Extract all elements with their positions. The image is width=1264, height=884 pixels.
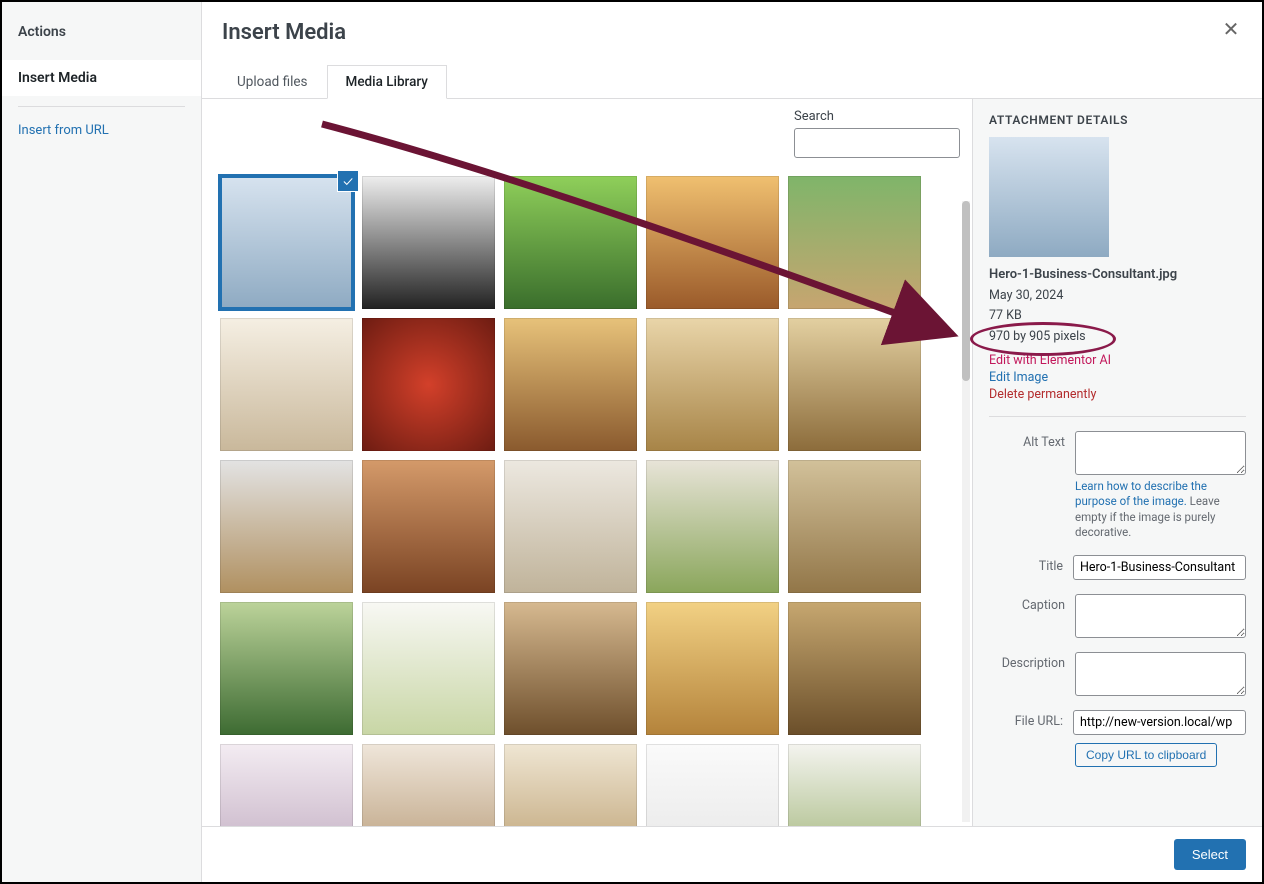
- sidebar-heading: Actions: [2, 18, 201, 54]
- media-thumbnail[interactable]: [788, 176, 921, 309]
- media-thumbnail[interactable]: [362, 460, 495, 593]
- media-thumbnail[interactable]: [220, 602, 353, 735]
- media-thumbnail[interactable]: [220, 460, 353, 593]
- attachment-details-panel: ATTACHMENT DETAILS Hero-1-Business-Consu…: [972, 99, 1262, 826]
- tabs: Upload files Media Library: [202, 65, 1262, 99]
- scrollbar[interactable]: [962, 201, 970, 822]
- modal-title: Insert Media: [222, 20, 1242, 45]
- attachment-dimensions: 970 by 905 pixels: [989, 328, 1246, 347]
- file-url-label: File URL:: [989, 710, 1063, 729]
- actions-sidebar: Actions Insert Media Insert from URL: [2, 2, 202, 882]
- description-label: Description: [989, 652, 1065, 671]
- alt-text-label: Alt Text: [989, 431, 1065, 450]
- media-thumbnail[interactable]: [788, 744, 921, 826]
- sidebar-item-insert-media[interactable]: Insert Media: [2, 60, 201, 96]
- sidebar-separator: [18, 106, 185, 107]
- media-thumbnail[interactable]: [646, 744, 779, 826]
- caption-label: Caption: [989, 594, 1065, 613]
- close-icon: ✕: [1223, 17, 1240, 41]
- attachment-filesize: 77 KB: [989, 307, 1246, 326]
- media-thumbnail[interactable]: [362, 318, 495, 451]
- gallery-area: Search ✓: [202, 99, 972, 826]
- caption-input[interactable]: [1075, 594, 1246, 638]
- media-thumbnail[interactable]: [646, 602, 779, 735]
- media-thumbnail[interactable]: [220, 318, 353, 451]
- close-button[interactable]: ✕: [1214, 12, 1248, 46]
- tab-media-library[interactable]: Media Library: [327, 65, 447, 99]
- edit-with-elementor-ai-link[interactable]: Edit with Elementor AI: [989, 353, 1111, 368]
- media-thumbnail[interactable]: [362, 744, 495, 826]
- checkmark-icon: ✓: [337, 170, 359, 192]
- media-thumbnail[interactable]: [504, 460, 637, 593]
- scrollbar-thumb[interactable]: [962, 201, 970, 381]
- description-input[interactable]: [1075, 652, 1246, 696]
- media-thumbnail[interactable]: [788, 460, 921, 593]
- attachment-preview: [989, 137, 1109, 257]
- alt-text-input[interactable]: [1075, 431, 1246, 475]
- search-label: Search: [794, 109, 960, 124]
- alt-text-help: Learn how to describe the purpose of the…: [1075, 479, 1246, 541]
- media-thumbnail[interactable]: [788, 602, 921, 735]
- title-input[interactable]: [1073, 555, 1246, 580]
- title-label: Title: [989, 555, 1063, 574]
- media-thumbnail[interactable]: [504, 602, 637, 735]
- file-url-input[interactable]: [1073, 710, 1246, 735]
- search-input[interactable]: [794, 128, 960, 158]
- copy-url-button[interactable]: Copy URL to clipboard: [1075, 743, 1217, 767]
- attachment-date: May 30, 2024: [989, 287, 1246, 306]
- media-thumbnail[interactable]: [362, 176, 495, 309]
- media-thumbnail[interactable]: [646, 318, 779, 451]
- tab-upload-files[interactable]: Upload files: [218, 65, 327, 98]
- delete-permanently-link[interactable]: Delete permanently: [989, 387, 1246, 402]
- attachment-details-heading: ATTACHMENT DETAILS: [989, 113, 1246, 127]
- media-thumbnail[interactable]: [504, 318, 637, 451]
- select-button[interactable]: Select: [1174, 839, 1246, 870]
- media-thumbnail[interactable]: [788, 318, 921, 451]
- media-thumbnail[interactable]: [646, 460, 779, 593]
- media-thumbnail[interactable]: [362, 602, 495, 735]
- media-thumbnail[interactable]: ✓: [220, 176, 353, 309]
- attachment-filename: Hero-1-Business-Consultant.jpg: [989, 265, 1246, 285]
- edit-image-link[interactable]: Edit Image: [989, 370, 1246, 385]
- media-thumbnail[interactable]: [504, 176, 637, 309]
- media-thumbnail[interactable]: [220, 744, 353, 826]
- sidebar-link-insert-from-url[interactable]: Insert from URL: [2, 117, 201, 144]
- media-thumbnail[interactable]: [646, 176, 779, 309]
- media-thumbnail[interactable]: [504, 744, 637, 826]
